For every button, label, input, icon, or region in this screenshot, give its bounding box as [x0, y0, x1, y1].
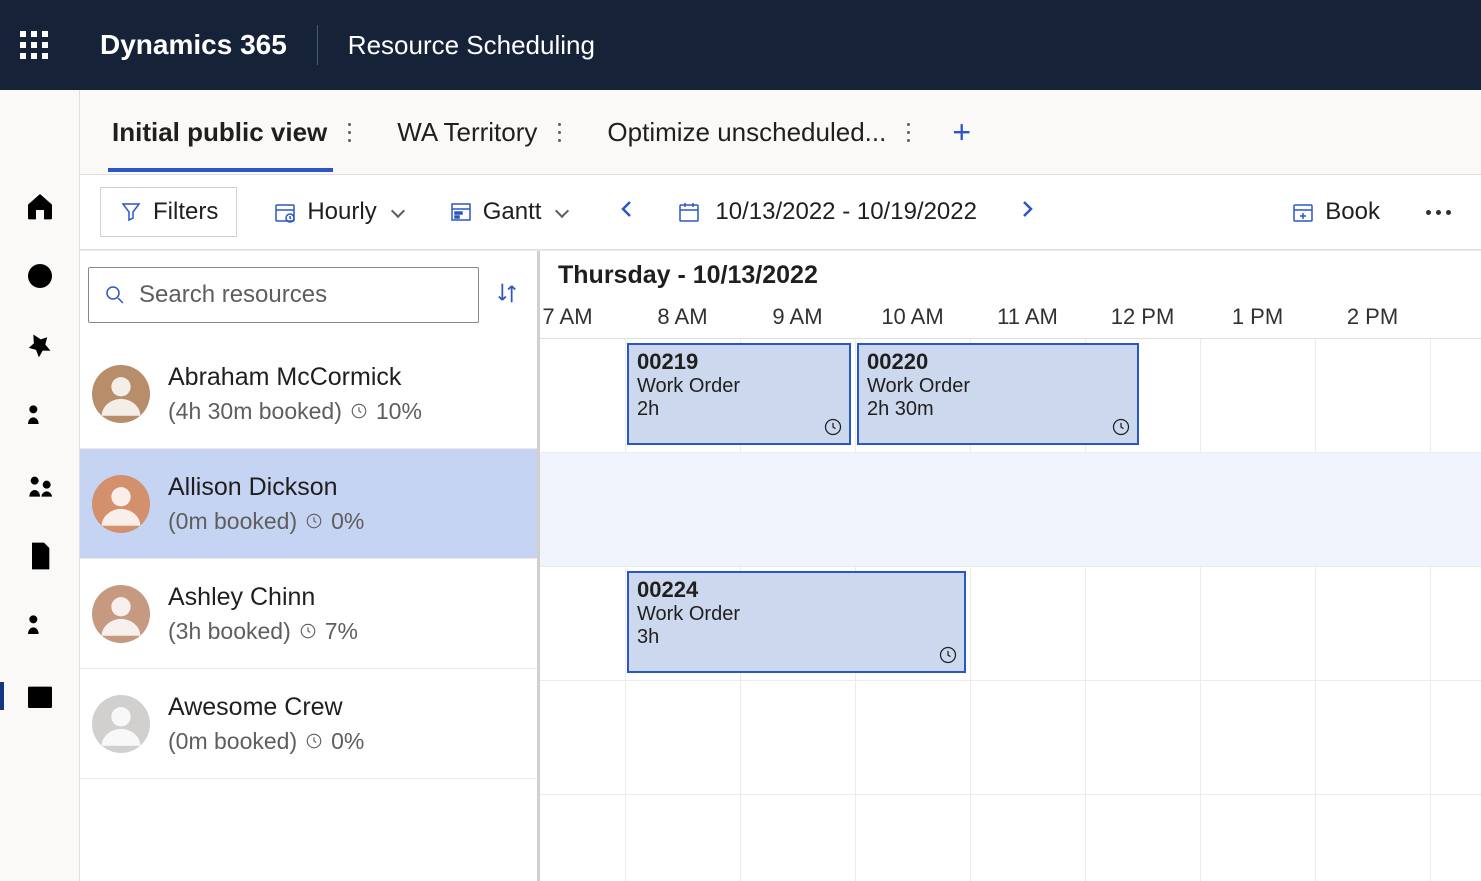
- time-scale-label: Hourly: [307, 198, 376, 226]
- time-slot-label: 8 AM: [625, 304, 740, 330]
- time-header: 7 AM8 AM9 AM10 AM11 AM12 PM1 PM2 PM: [540, 290, 1481, 339]
- tab-label: WA Territory: [397, 117, 537, 148]
- add-tab-button[interactable]: +: [952, 114, 971, 151]
- time-slot-label: 11 AM: [970, 304, 1085, 330]
- app-header: Dynamics 365 Resource Scheduling: [0, 0, 1481, 90]
- booking-type: Work Order: [867, 375, 1129, 398]
- resource-name: Allison Dickson: [168, 473, 364, 502]
- booking-duration: 3h: [637, 626, 956, 649]
- tab-more-icon[interactable]: [549, 117, 569, 147]
- resource-meta: (0m booked) 0%: [168, 508, 364, 535]
- booking-id: 00224: [637, 577, 956, 603]
- view-tabs: Initial public view WA Territory Optimiz…: [80, 90, 1481, 175]
- sort-button[interactable]: [493, 279, 521, 312]
- clock-icon: [938, 645, 958, 665]
- booking-duration: 2h 30m: [867, 398, 1129, 421]
- resource-name: Ashley Chinn: [168, 583, 358, 612]
- booking-id: 00219: [637, 349, 841, 375]
- schedule-row[interactable]: [540, 681, 1481, 795]
- resource-meta: (3h booked) 7%: [168, 618, 358, 645]
- search-icon: [103, 283, 127, 307]
- app-launcher-icon[interactable]: [20, 31, 60, 59]
- document-icon[interactable]: [24, 540, 56, 572]
- recent-icon[interactable]: [24, 260, 56, 292]
- tab-more-icon[interactable]: [898, 117, 918, 147]
- avatar: [92, 695, 150, 753]
- schedule-board-icon[interactable]: [24, 680, 56, 712]
- resource-item[interactable]: Ashley Chinn (3h booked) 7%: [80, 559, 537, 669]
- hamburger-menu-icon[interactable]: [24, 120, 56, 152]
- avatar: [92, 475, 150, 533]
- tab-label: Optimize unscheduled...: [607, 117, 886, 148]
- schedule-date-header: Thursday - 10/13/2022: [540, 251, 1481, 290]
- time-slot-label: 10 AM: [855, 304, 970, 330]
- filters-button[interactable]: Filters: [100, 187, 237, 237]
- clock-icon: [1111, 417, 1131, 437]
- resource-name: Awesome Crew: [168, 693, 364, 722]
- resource-item[interactable]: Awesome Crew (0m booked) 0%: [80, 669, 537, 779]
- book-label: Book: [1325, 198, 1380, 226]
- schedule-body[interactable]: 00219 Work Order 2h 00220 Work Order 2h …: [540, 339, 1481, 881]
- filters-label: Filters: [153, 198, 218, 226]
- app-name: Dynamics 365: [100, 29, 287, 61]
- pin-icon[interactable]: [24, 330, 56, 362]
- date-range-picker[interactable]: 10/13/2022 - 10/19/2022: [677, 198, 977, 226]
- time-slot-label: 7 AM: [540, 304, 625, 330]
- resource-meta: (4h 30m booked) 10%: [168, 398, 422, 425]
- tab-initial-public-view[interactable]: Initial public view: [108, 93, 363, 172]
- header-divider: [317, 25, 318, 65]
- prev-week-button[interactable]: [603, 190, 651, 234]
- book-button[interactable]: Book: [1281, 192, 1390, 232]
- resource-name: Abraham McCormick: [168, 363, 422, 392]
- search-input-container[interactable]: [88, 267, 479, 323]
- booking-type: Work Order: [637, 375, 841, 398]
- booking-block[interactable]: 00220 Work Order 2h 30m: [857, 343, 1139, 445]
- people-list-icon[interactable]: [24, 400, 56, 432]
- team-icon[interactable]: [24, 470, 56, 502]
- time-slot-label: 2 PM: [1315, 304, 1430, 330]
- tab-label: Initial public view: [112, 117, 327, 148]
- view-mode-label: Gantt: [483, 198, 542, 226]
- tab-wa-territory[interactable]: WA Territory: [393, 93, 573, 172]
- date-range-label: 10/13/2022 - 10/19/2022: [715, 198, 977, 226]
- schedule-row[interactable]: [540, 453, 1481, 567]
- chevron-down-icon: [555, 203, 569, 217]
- resource-item[interactable]: Allison Dickson (0m booked) 0%: [80, 449, 537, 559]
- search-input[interactable]: [139, 281, 464, 309]
- tab-optimize-unscheduled[interactable]: Optimize unscheduled...: [603, 93, 922, 172]
- page-title: Resource Scheduling: [348, 30, 595, 61]
- time-slot-label: 1 PM: [1200, 304, 1315, 330]
- booking-block[interactable]: 00224 Work Order 3h: [627, 571, 966, 673]
- booking-id: 00220: [867, 349, 1129, 375]
- tab-more-icon[interactable]: [339, 117, 359, 147]
- time-slot-label: 9 AM: [740, 304, 855, 330]
- resource-list: Abraham McCormick (4h 30m booked) 10% Al…: [80, 339, 537, 881]
- clock-icon: [823, 417, 843, 437]
- home-icon[interactable]: [24, 190, 56, 222]
- time-scale-dropdown[interactable]: Hourly: [263, 192, 412, 232]
- people-list2-icon[interactable]: [24, 610, 56, 642]
- chevron-down-icon: [391, 203, 405, 217]
- time-slot-label: 12 PM: [1085, 304, 1200, 330]
- view-mode-dropdown[interactable]: Gantt: [439, 192, 578, 232]
- resource-panel: Abraham McCormick (4h 30m booked) 10% Al…: [80, 251, 540, 881]
- more-actions-button[interactable]: [1416, 200, 1461, 225]
- booking-duration: 2h: [637, 398, 841, 421]
- left-nav-rail: [0, 90, 80, 881]
- avatar: [92, 365, 150, 423]
- avatar: [92, 585, 150, 643]
- next-week-button[interactable]: [1003, 190, 1051, 234]
- booking-block[interactable]: 00219 Work Order 2h: [627, 343, 851, 445]
- resource-meta: (0m booked) 0%: [168, 728, 364, 755]
- schedule-board: Abraham McCormick (4h 30m booked) 10% Al…: [80, 250, 1481, 881]
- booking-type: Work Order: [637, 603, 956, 626]
- schedule-panel: Thursday - 10/13/2022 7 AM8 AM9 AM10 AM1…: [540, 251, 1481, 881]
- resource-item[interactable]: Abraham McCormick (4h 30m booked) 10%: [80, 339, 537, 449]
- toolbar: Filters Hourly Gantt 10/13/2022 - 10/19/…: [80, 175, 1481, 250]
